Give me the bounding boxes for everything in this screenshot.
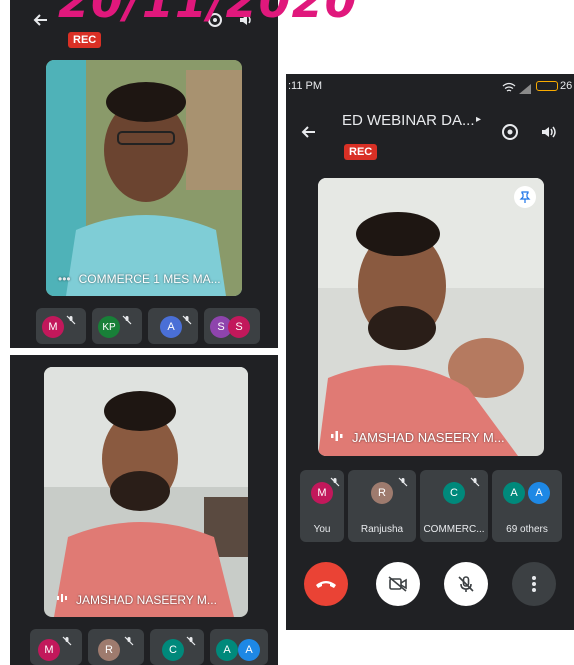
avatar: A — [238, 639, 260, 661]
mic-off-icon — [398, 474, 408, 492]
mic-off-icon — [186, 633, 196, 651]
end-call-button[interactable] — [304, 562, 348, 606]
participant-tile[interactable]: C COMMERC... — [420, 470, 488, 542]
participant-tile[interactable]: R Ranjusha — [348, 470, 416, 542]
meeting-title[interactable]: ED WEBINAR DA... — [342, 112, 475, 129]
avatar: A — [528, 482, 550, 504]
participant-name: COMMERCE 1 MES MA... — [78, 272, 221, 286]
participant-tile[interactable]: M — [30, 629, 82, 665]
status-time: :11 PM — [288, 80, 323, 92]
camera-off-button[interactable] — [376, 562, 420, 606]
speaker-icon[interactable] — [540, 124, 558, 145]
participant-video-feed — [44, 367, 248, 617]
avatar: A — [216, 639, 238, 661]
battery-percent: 26 — [560, 80, 573, 92]
avatar: C — [443, 482, 465, 504]
tile-name: COMMERC... — [423, 524, 485, 535]
avatar: KP — [98, 316, 120, 338]
back-arrow-icon[interactable] — [300, 124, 316, 145]
pin-icon[interactable] — [514, 186, 536, 208]
mic-off-icon — [66, 312, 76, 330]
more-vert-icon — [532, 576, 536, 592]
wifi-icon — [502, 80, 516, 98]
participant-tile[interactable]: A — [148, 308, 198, 344]
participant-name: JAMSHAD NASEERY M... — [76, 592, 217, 607]
main-video-tile[interactable]: ••• COMMERCE 1 MES MA... — [46, 60, 242, 296]
participant-tile[interactable]: S S — [204, 308, 260, 344]
hang-up-icon — [316, 581, 336, 588]
mic-off-icon — [470, 474, 480, 492]
rec-badge: REC — [68, 32, 102, 48]
back-arrow-icon[interactable] — [32, 12, 48, 33]
audio-level-icon — [56, 592, 68, 607]
avatar: C — [162, 639, 184, 661]
mic-off-icon — [330, 474, 340, 492]
video-label: JAMSHAD NASEERY M... — [56, 592, 217, 607]
rec-badge: REC — [344, 144, 378, 160]
participant-tile[interactable]: M — [36, 308, 86, 344]
mic-off-button[interactable] — [444, 562, 488, 606]
participant-tile[interactable]: A A — [210, 629, 268, 665]
screenshot-top-left: REC ••• COMMERCE 1 MES MA... M KP A S S — [10, 0, 278, 348]
more-dots-icon[interactable]: ••• — [58, 272, 71, 286]
mic-off-icon — [458, 576, 474, 592]
tile-name: 69 others — [506, 524, 548, 535]
mic-off-icon — [182, 312, 192, 330]
participant-name: JAMSHAD NASEERY M... — [352, 430, 505, 445]
tile-name: Ranjusha — [360, 524, 404, 535]
mic-off-icon — [124, 633, 134, 651]
avatar: R — [371, 482, 393, 504]
avatar: A — [503, 482, 525, 504]
video-label: ••• COMMERCE 1 MES MA... — [58, 272, 221, 286]
switch-camera-icon[interactable] — [500, 122, 520, 147]
avatar: S — [228, 316, 250, 338]
participant-tile[interactable]: C — [150, 629, 204, 665]
mic-off-icon — [62, 633, 72, 651]
mic-off-icon — [122, 312, 132, 330]
participant-video-feed — [318, 178, 544, 456]
participant-tile[interactable]: KP — [92, 308, 142, 344]
participant-tile-you[interactable]: M You — [300, 470, 344, 542]
signal-icon — [519, 81, 531, 99]
audio-level-icon — [330, 429, 344, 446]
chevron-right-icon[interactable]: ▸ — [476, 114, 481, 125]
main-video-tile[interactable]: JAMSHAD NASEERY M... — [318, 178, 544, 456]
video-label: JAMSHAD NASEERY M... — [330, 429, 505, 446]
screenshot-right: :11 PM 26 ED WEBINAR DA... ▸ REC JAMSHAD… — [286, 74, 574, 630]
screenshot-bottom-left: JAMSHAD NASEERY M... M R C A A — [10, 355, 278, 665]
date-banner: 20/11/2020 — [58, 0, 358, 28]
tile-name: You — [313, 524, 331, 535]
more-options-button[interactable] — [512, 562, 556, 606]
avatar: A — [160, 316, 182, 338]
main-video-tile[interactable]: JAMSHAD NASEERY M... — [44, 367, 248, 617]
participant-tile[interactable]: R — [88, 629, 144, 665]
avatar: M — [38, 639, 60, 661]
avatar: R — [98, 639, 120, 661]
battery-icon — [536, 81, 558, 91]
video-off-icon — [388, 576, 407, 592]
participant-video-feed — [46, 60, 242, 296]
avatar: M — [42, 316, 64, 338]
participant-tile-others[interactable]: A A 69 others — [492, 470, 562, 542]
